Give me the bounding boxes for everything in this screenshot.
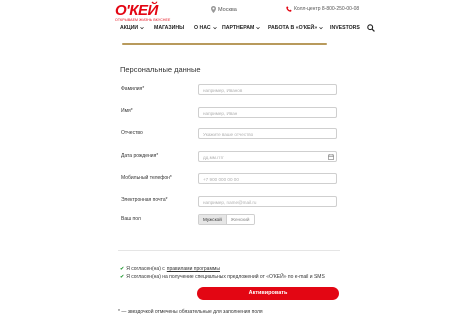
nav-label: О НАС [194,25,211,31]
surname-field[interactable]: например, Иванов [198,84,337,95]
gender-option-female[interactable]: Женский [225,215,254,224]
phone-label: Мобильный телефон* [121,175,172,181]
phone-number: Колл-центр 8-800-250-00-08 [294,6,360,12]
checkmark-icon[interactable]: ✔ [120,266,124,272]
nav-item-partners[interactable]: ПАРТНЕРАМ [222,25,268,31]
email-label: Электронная почта* [121,197,168,203]
consent-marketing-text: Я согласен(на) на получение специальных … [126,274,325,280]
okey-logo[interactable]: О'КЕЙ ОТКРЫВАЕМ ЖИЗНЬ ВКУСНЕЕ [115,3,170,22]
chevron-down-icon [212,27,217,30]
chevron-down-icon [319,27,323,30]
search-icon[interactable] [367,24,375,32]
chevron-down-icon [140,27,144,30]
consent-marketing[interactable]: ✔ Я согласен(на) на получение специальны… [120,274,325,280]
nav-item-stores[interactable]: МАГАЗИНЫ [154,25,194,31]
nav-label: РАБОТА В «О'КЕЙ» [268,25,318,31]
section-title: Персональные данные [120,65,201,74]
nav-label: ПАРТНЕРАМ [222,25,255,31]
nav-item-careers[interactable]: РАБОТА В «О'КЕЙ» [268,25,330,31]
main-nav: АКЦИИ МАГАЗИНЫ О НАС ПАРТНЕРАМ РАБОТА В … [120,25,360,31]
consent-rules-text: Я согласен(на) с [126,266,165,272]
nav-item-promotions[interactable]: АКЦИИ [120,25,154,31]
nav-label: INVESTORS [330,25,360,31]
city-selector[interactable]: Москва [211,6,237,13]
birthdate-placeholder: дд.мм.гггг [203,154,224,160]
nav-label: МАГАЗИНЫ [154,25,185,31]
birthdate-field[interactable]: дд.мм.гггг [198,151,337,162]
gender-option-male[interactable]: Мужской [199,215,226,224]
phone-icon [286,6,292,12]
logo-tagline: ОТКРЫВАЕМ ЖИЗНЬ ВКУСНЕЕ [115,18,171,22]
activate-button[interactable]: Активировать [197,287,339,300]
birthdate-label: Дата рождения* [121,153,159,159]
name-field[interactable]: например, Иван [198,107,337,118]
logo-text: О'КЕЙ [115,2,158,19]
nav-item-investors[interactable]: INVESTORS [330,25,360,31]
email-field[interactable]: например, name@mail.ru [198,196,337,207]
nav-item-about[interactable]: О НАС [194,25,222,31]
chevron-down-icon [256,27,261,30]
call-center[interactable]: Колл-центр 8-800-250-00-08 [286,6,359,12]
nav-label: АКЦИИ [120,25,139,31]
form-divider [118,250,340,251]
gender-toggle: Мужской Женский [198,214,255,225]
phone-field[interactable]: +7 900 000 00 00 [198,173,337,184]
surname-label: Фамилия* [121,86,145,92]
city-label: Москва [218,6,237,13]
site-header: О'КЕЙ ОТКРЫВАЕМ ЖИЗНЬ ВКУСНЕЕ Москва Кол… [0,0,449,46]
consent-rules[interactable]: ✔ Я согласен(на) с правилами программы [120,266,220,272]
name-label: Имя* [121,108,133,114]
checkmark-icon[interactable]: ✔ [120,274,124,280]
patronymic-field[interactable]: Укажите ваше отчество [198,128,337,139]
required-footnote: * — звездочкой отмечены обязательные для… [118,309,263,315]
patronymic-label: Отчество [121,130,143,136]
program-rules-link[interactable]: правилами программы [167,266,220,272]
calendar-icon[interactable] [328,154,334,160]
location-pin-icon [211,6,216,13]
header-accent-bar [122,43,327,45]
gender-label: Ваш пол [121,216,141,222]
